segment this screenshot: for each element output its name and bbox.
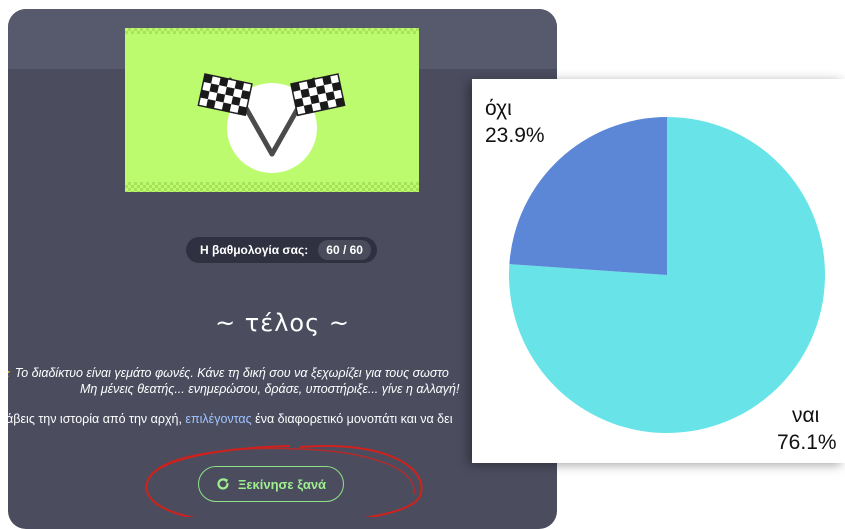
message-line-3: λάβεις την ιστορία από την αρχή, επιλέγο… bbox=[8, 412, 453, 426]
message-line-3-link[interactable]: επιλέγοντας bbox=[185, 412, 251, 426]
score-value: 60 / 60 bbox=[318, 240, 371, 260]
restart-label: Ξεκίνησε ξανά bbox=[237, 476, 327, 492]
restart-button[interactable]: Ξεκίνησε ξανά bbox=[198, 466, 344, 502]
checkered-flags-icon bbox=[197, 73, 346, 173]
message-line-3-end: ένα διαφορετικό μονοπάτι και να δει bbox=[251, 412, 453, 426]
score-badge: Η βαθμολογία σας: 60 / 60 bbox=[186, 237, 377, 263]
message-line-1-text: Το διαδίκτυο είναι γεμάτο φωνές. Κάνε τη… bbox=[14, 366, 449, 380]
score-label: Η βαθμολογία σας: bbox=[200, 243, 309, 257]
finish-banner bbox=[125, 28, 419, 192]
refresh-icon bbox=[217, 478, 229, 490]
pie-chart-card: όχι 23.9% ναι 76.1% bbox=[472, 79, 845, 463]
pie-chart: όχι 23.9% ναι 76.1% bbox=[485, 97, 837, 454]
message-line-1: ★ Το διαδίκτυο είναι γεμάτο φωνές. Κάνε … bbox=[8, 365, 449, 380]
legend-value-no: 23.9% bbox=[485, 124, 545, 147]
message-line-3-start: λάβεις την ιστορία από την αρχή, bbox=[8, 412, 186, 426]
legend-value-yes: 76.1% bbox=[777, 431, 837, 454]
star-icon: ★ bbox=[8, 366, 11, 380]
legend-label-no: όχι bbox=[485, 97, 512, 120]
message-line-2: Μη μένεις θεατής... ενημερώσου, δράσε, υ… bbox=[80, 382, 460, 396]
legend-label-yes: ναι bbox=[792, 404, 820, 427]
